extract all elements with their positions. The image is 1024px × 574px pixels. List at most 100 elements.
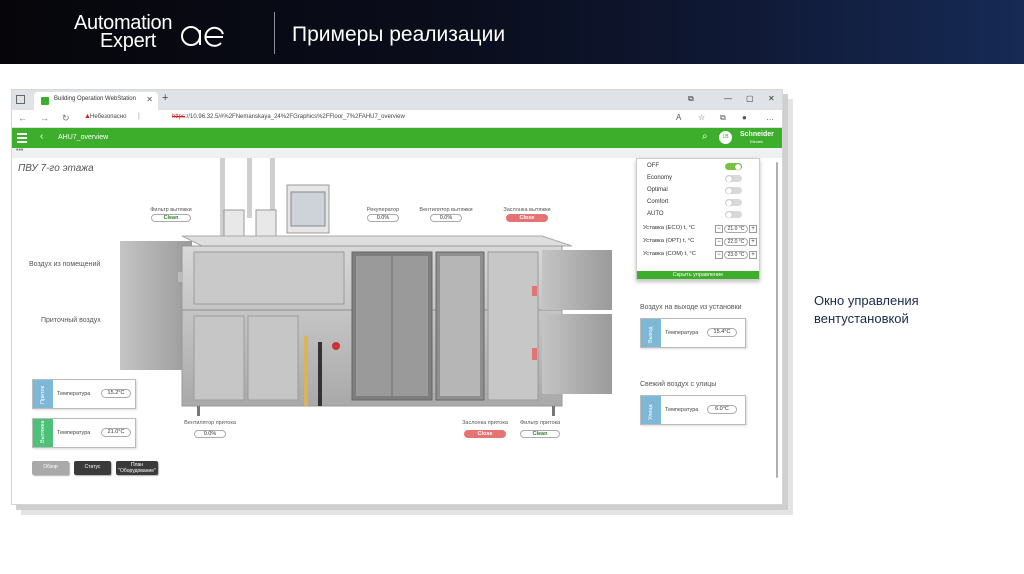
outdoor-air-title: Свежий воздух с улицы xyxy=(640,381,717,388)
more-icon[interactable]: … xyxy=(766,113,774,122)
temp-label: Температура xyxy=(665,330,699,336)
ahu-graphic: ПВУ 7-го этажа Фильтр вытяжки Clean Реку… xyxy=(12,158,772,504)
browser-tab[interactable]: Building Operation WebStation ✕ xyxy=(34,92,158,110)
profile-icon[interactable]: ● xyxy=(742,113,747,122)
exhaust-fan-label: Вентилятор вытяжки xyxy=(419,207,473,213)
back-icon[interactable]: ← xyxy=(18,113,27,123)
workspace-icon[interactable] xyxy=(16,95,25,104)
close-window-icon[interactable]: ✕ xyxy=(768,94,775,103)
slide-caption: Окно управления вентустановкой xyxy=(814,293,919,326)
tab-title: Building Operation WebStation xyxy=(54,96,136,102)
street-temp-card[interactable]: Улица Температура 6.0°C xyxy=(640,395,746,425)
intake-tag: Приток xyxy=(33,380,53,408)
brand-name: Schneider xyxy=(740,131,774,138)
browser-screenshot: Building Operation WebStation ✕ + ⧉ — ▢ … xyxy=(11,89,783,505)
outlet-temp-card[interactable]: Выход Температура 15.4°C xyxy=(640,318,746,348)
intake-temp-card[interactable]: Приток Температура 15.2°C xyxy=(32,379,136,409)
search-icon[interactable]: ⌕ xyxy=(702,131,708,142)
automation-expert-logo: Automation Expert xyxy=(74,12,254,52)
address-bar: ← → ↻ ▲ Небезопасно | https://10.96.32.5… xyxy=(12,110,782,128)
scrollbar[interactable] xyxy=(774,158,780,498)
refresh-icon[interactable]: ↻ xyxy=(62,113,70,124)
app-subbar: ••• xyxy=(12,147,782,158)
forward-icon[interactable]: → xyxy=(40,113,49,123)
exhaust-tag: Вытяжка xyxy=(33,419,53,447)
mode-toggle-comfort[interactable] xyxy=(725,199,742,206)
plan-line2: "Оборудование" xyxy=(118,468,156,474)
setpoint-com-stepper[interactable]: − 23.0 °C + xyxy=(715,251,757,259)
decrease-icon[interactable]: − xyxy=(715,225,723,233)
recuperator-value[interactable]: 0.0% xyxy=(367,214,399,222)
increase-icon[interactable]: + xyxy=(749,238,757,246)
mode-toggle-optimal[interactable] xyxy=(725,187,742,194)
setpoint-com-label: Уставка (COM) t, °C xyxy=(643,251,696,257)
url-path: ://10.96.32.5/#%2FNemanskaya_24%2FGraphi… xyxy=(185,114,405,120)
intake-temp-value: 15.2°C xyxy=(101,389,131,398)
more-dots-icon[interactable]: ••• xyxy=(16,147,23,154)
equipment-plan-button[interactable]: План "Оборудование" xyxy=(116,461,158,475)
exhaust-fan-value[interactable]: 0.0% xyxy=(430,214,462,222)
setpoint-eco-label: Уставка (ECO) t, °C xyxy=(643,225,695,231)
menu-icon[interactable] xyxy=(17,133,27,143)
mode-toggle-auto[interactable] xyxy=(725,211,742,218)
outlet-temp-value: 15.4°C xyxy=(707,328,737,337)
supply-damper-label: Заслонка притока xyxy=(462,420,508,426)
app-header: ‹ AHU7_overview ⌕ LB Schneider Electric xyxy=(12,128,782,148)
supply-filter-label: Фильтр притока xyxy=(520,420,561,426)
setpoint-com-value[interactable]: 23.0 °C xyxy=(724,251,748,259)
supply-air-label: Приточный воздух xyxy=(41,317,101,324)
exhaust-damper-status[interactable]: Close xyxy=(506,214,548,222)
outlet-tag: Выход xyxy=(641,319,661,347)
increase-icon[interactable]: + xyxy=(749,251,757,259)
supply-fan-value[interactable]: 0.0% xyxy=(194,430,226,438)
mode-label-off: OFF xyxy=(647,163,659,169)
mode-toggle-economy[interactable] xyxy=(725,175,742,182)
decrease-icon[interactable]: − xyxy=(715,238,723,246)
address-separator: | xyxy=(138,113,140,120)
nav-back-icon[interactable]: ‹ xyxy=(40,131,43,142)
temp-label: Температура xyxy=(665,407,699,413)
collections-icon[interactable]: ⧉ xyxy=(720,113,726,123)
minimize-icon[interactable]: — xyxy=(724,94,732,103)
header-divider xyxy=(274,12,275,54)
recuperator-label: Рекуператор xyxy=(366,207,400,213)
mode-label-auto: AUTO xyxy=(647,211,664,217)
hide-controls-button[interactable]: Скрыть управление xyxy=(637,271,759,279)
mode-label-optimal: Optimal xyxy=(647,187,668,193)
street-tag: Улица xyxy=(641,396,661,424)
supply-damper-status[interactable]: Close xyxy=(464,430,506,438)
mode-label-economy: Economy xyxy=(647,175,673,181)
schneider-logo: Schneider Electric xyxy=(740,131,774,145)
url-field[interactable]: https://10.96.32.5/#%2FNemanskaya_24%2FG… xyxy=(172,114,405,120)
overview-button[interactable]: Обзор xyxy=(32,461,69,475)
mode-label-comfort: Comfort xyxy=(647,199,669,205)
decrease-icon[interactable]: − xyxy=(715,251,723,259)
temp-label: Температура xyxy=(57,430,91,436)
new-tab-icon[interactable]: + xyxy=(162,92,168,104)
room-air-label: Воздух из помещений xyxy=(29,261,101,268)
setpoint-opt-stepper[interactable]: − 22.0 °C + xyxy=(715,238,757,246)
logo-line2: Expert xyxy=(100,30,157,52)
tab-actions-icon[interactable]: ⧉ xyxy=(688,94,694,104)
browser-tab-bar: Building Operation WebStation ✕ + ⧉ — ▢ … xyxy=(12,90,782,110)
mode-toggle-off[interactable] xyxy=(725,163,742,170)
setpoint-opt-label: Уставка (OPT) t, °C xyxy=(643,238,695,244)
setpoint-eco-stepper[interactable]: − 21.0 °C + xyxy=(715,225,757,233)
url-scheme: https xyxy=(172,114,186,120)
insecure-label[interactable]: Небезопасно xyxy=(90,114,126,120)
supply-filter-status[interactable]: Clean xyxy=(520,430,560,438)
increase-icon[interactable]: + xyxy=(749,225,757,233)
status-button[interactable]: Статус xyxy=(74,461,111,475)
user-avatar[interactable]: LB xyxy=(719,131,732,144)
exhaust-filter-label: Фильтр вытяжки xyxy=(150,207,192,213)
maximize-icon[interactable]: ▢ xyxy=(746,94,754,103)
supply-fan-label: Вентилятор притока xyxy=(184,420,236,426)
close-tab-icon[interactable]: ✕ xyxy=(146,95,153,104)
exhaust-damper-label: Заслонка вытяжки xyxy=(503,207,551,213)
exhaust-filter-status[interactable]: Clean xyxy=(151,214,191,222)
setpoint-eco-value[interactable]: 21.0 °C xyxy=(724,225,748,233)
read-aloud-icon[interactable]: A xyxy=(676,113,681,122)
favorite-icon[interactable]: ☆ xyxy=(698,113,705,122)
exhaust-temp-card[interactable]: Вытяжка Температура 21.0°C xyxy=(32,418,136,448)
setpoint-opt-value[interactable]: 22.0 °C xyxy=(724,238,748,246)
